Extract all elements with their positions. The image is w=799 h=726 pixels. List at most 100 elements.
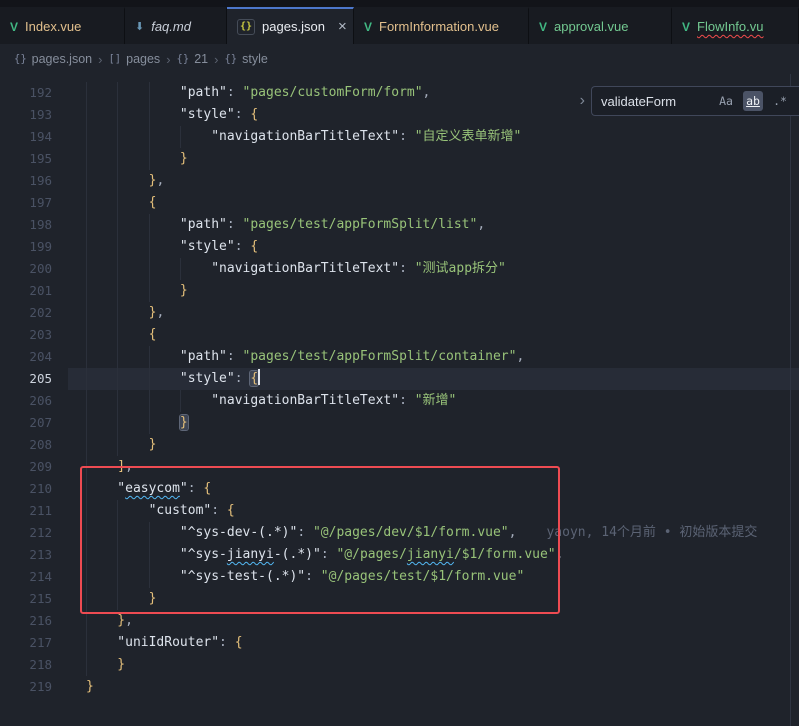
code-line-202[interactable]: 202}, xyxy=(0,302,799,324)
code-line-199[interactable]: 199"style": { xyxy=(0,236,799,258)
code-line-196[interactable]: 196}, xyxy=(0,170,799,192)
breadcrumb-label: style xyxy=(242,52,268,66)
token: : xyxy=(211,503,227,518)
code-line-201[interactable]: 201} xyxy=(0,280,799,302)
close-icon[interactable]: × xyxy=(332,19,347,34)
match-case-toggle[interactable]: Aa xyxy=(716,91,736,111)
token: easycom xyxy=(125,481,180,496)
code-line-205[interactable]: 205"style": { xyxy=(0,368,799,390)
indent-guide xyxy=(149,126,150,148)
code-text: } xyxy=(68,148,799,170)
token: "^sys-test-(.*)" xyxy=(180,569,305,584)
indent-guide xyxy=(117,500,118,522)
token: : xyxy=(399,261,415,276)
indent-guide xyxy=(117,148,118,170)
code-line-207[interactable]: 207} xyxy=(0,412,799,434)
code-line-217[interactable]: 217"uniIdRouter": { xyxy=(0,632,799,654)
tab-pages.json[interactable]: {}pages.json× xyxy=(227,7,354,44)
token: -(.*)" xyxy=(274,547,321,562)
token: "^sys-dev-(.*)" xyxy=(180,525,297,540)
code-text: "easycom": { xyxy=(68,478,799,500)
code-line-194[interactable]: 194"navigationBarTitleText": "自定义表单新增" xyxy=(0,126,799,148)
token: , xyxy=(125,613,133,628)
token: /$1/form.vue" xyxy=(454,547,556,562)
tab-FormInformation.vue[interactable]: VFormInformation.vue xyxy=(354,7,529,44)
token: : xyxy=(235,107,251,122)
breadcrumb: {}pages.json›[]pages›{}21›{}style xyxy=(0,44,799,74)
indent-guide xyxy=(86,566,87,588)
breadcrumb-item-21[interactable]: {}21 xyxy=(177,52,209,66)
tab-approval.vue[interactable]: Vapproval.vue xyxy=(529,7,672,44)
code-line-212[interactable]: 212"^sys-dev-(.*)": "@/pages/dev/$1/form… xyxy=(0,522,799,544)
code-line-208[interactable]: 208} xyxy=(0,434,799,456)
code-line-214[interactable]: 214"^sys-test-(.*)": "@/pages/test/$1/fo… xyxy=(0,566,799,588)
code-line-213[interactable]: 213"^sys-jianyi-(.*)": "@/pages/jianyi/$… xyxy=(0,544,799,566)
regex-toggle[interactable]: .* xyxy=(770,91,790,111)
indent-guide xyxy=(86,478,87,500)
indent-guide xyxy=(86,170,87,192)
indent-guide xyxy=(149,368,150,390)
code-text: "path": "pages/test/appFormSplit/contain… xyxy=(68,346,799,368)
token: : xyxy=(235,239,251,254)
find-area: › validateForm Aa ab .* xyxy=(580,86,799,116)
code-line-195[interactable]: 195} xyxy=(0,148,799,170)
vue-icon: V xyxy=(364,20,372,34)
indent-guide xyxy=(117,346,118,368)
code-text: }, xyxy=(68,170,799,192)
code-line-198[interactable]: 198"path": "pages/test/appFormSplit/list… xyxy=(0,214,799,236)
token: "navigationBarTitleText" xyxy=(211,261,399,276)
line-number: 216 xyxy=(0,610,52,632)
indent-guide xyxy=(149,280,150,302)
code-line-219[interactable]: 219} xyxy=(0,676,799,698)
code-line-216[interactable]: 216}, xyxy=(0,610,799,632)
token: , xyxy=(477,217,485,232)
whole-word-toggle[interactable]: ab xyxy=(743,91,763,111)
indent-guide xyxy=(149,544,150,566)
code-line-215[interactable]: 215} xyxy=(0,588,799,610)
code-line-210[interactable]: 210"easycom": { xyxy=(0,478,799,500)
token: , xyxy=(516,349,524,364)
indent-guide xyxy=(117,588,118,610)
token: : xyxy=(227,217,243,232)
code-body: } xyxy=(86,412,188,434)
indent-guide xyxy=(117,324,118,346)
code-line-197[interactable]: 197{ xyxy=(0,192,799,214)
breadcrumb-item-pages[interactable]: []pages xyxy=(108,52,160,66)
code-body: } xyxy=(86,588,156,610)
token: } xyxy=(180,415,188,430)
token: "@/pages/ xyxy=(336,547,406,562)
line-number: 203 xyxy=(0,324,52,346)
editor[interactable]: 192"path": "pages/customForm/form",193"s… xyxy=(0,74,799,726)
chevron-right-icon[interactable]: › xyxy=(580,92,585,110)
indent-guide xyxy=(180,258,181,280)
code-line-209[interactable]: 209], xyxy=(0,456,799,478)
tab-FlowInfo.vu[interactable]: VFlowInfo.vu xyxy=(672,7,799,44)
indent-guide xyxy=(117,258,118,280)
indent-guide xyxy=(117,104,118,126)
indent-guide xyxy=(86,192,87,214)
line-number: 201 xyxy=(0,280,52,302)
tab-faq.md[interactable]: ⬇faq.md xyxy=(125,7,227,44)
code-line-211[interactable]: 211"custom": { xyxy=(0,500,799,522)
code-line-206[interactable]: 206"navigationBarTitleText": "新增" xyxy=(0,390,799,412)
token: ] xyxy=(117,459,125,474)
find-input[interactable]: validateForm xyxy=(601,94,709,109)
code-line-218[interactable]: 218} xyxy=(0,654,799,676)
indent-guide xyxy=(86,522,87,544)
code-body: "^sys-test-(.*)": "@/pages/test/$1/form.… xyxy=(86,566,524,588)
token: "^sys- xyxy=(180,547,227,562)
token: } xyxy=(180,283,188,298)
tab-Index.vue[interactable]: VIndex.vue xyxy=(0,7,125,44)
line-number: 195 xyxy=(0,148,52,170)
line-number: 193 xyxy=(0,104,52,126)
line-number: 207 xyxy=(0,412,52,434)
indent-guide xyxy=(117,390,118,412)
indent-guide xyxy=(117,82,118,104)
code-text: "^sys-dev-(.*)": "@/pages/dev/$1/form.vu… xyxy=(68,522,799,544)
code-line-200[interactable]: 200"navigationBarTitleText": "测试app拆分" xyxy=(0,258,799,280)
breadcrumb-item-style[interactable]: {}style xyxy=(224,52,267,66)
token: yaoyn, 14个月前 • 初始版本提交 xyxy=(516,525,757,540)
code-line-203[interactable]: 203{ xyxy=(0,324,799,346)
breadcrumb-item-pages.json[interactable]: {}pages.json xyxy=(14,52,92,66)
code-line-204[interactable]: 204"path": "pages/test/appFormSplit/cont… xyxy=(0,346,799,368)
